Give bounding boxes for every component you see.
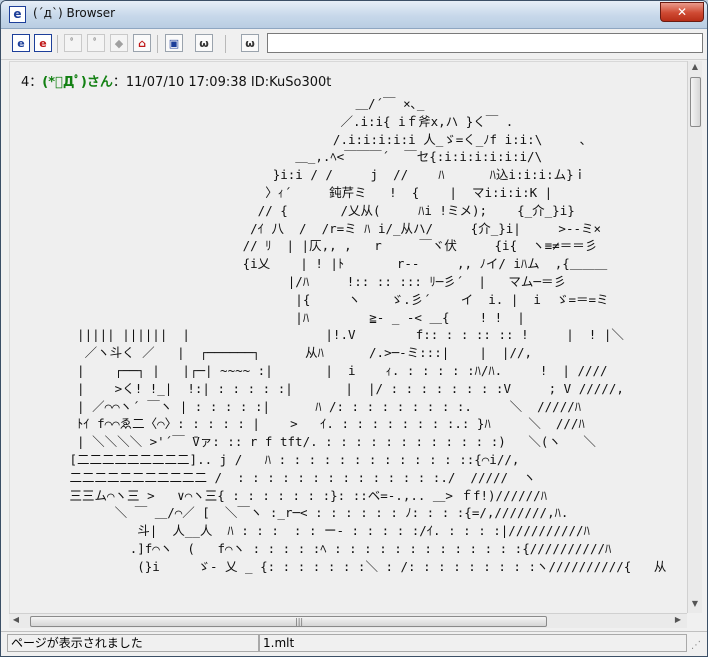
resize-grip-icon[interactable]: ⋰ (691, 640, 701, 651)
scroll-down-icon[interactable]: ▼ (688, 599, 702, 608)
window-title: (´д`) Browser (33, 6, 116, 20)
status-message: ページが表示されました (7, 634, 259, 652)
scroll-grip-icon: ||| (295, 617, 304, 626)
status-file: 1.mlt (259, 634, 687, 652)
e-red-icon[interactable]: e (34, 34, 52, 52)
title-bar[interactable]: e (´д`) Browser ✕ (1, 1, 707, 29)
scroll-right-icon[interactable]: ▶ (673, 615, 683, 624)
e-icon[interactable]: e (12, 34, 30, 52)
status-bar: ページが表示されました 1.mlt ⋰ (1, 631, 707, 656)
toolbar-separator (225, 35, 226, 53)
ascii-art: ＿/´￣ ×､_ ／.i:i{ iｆ斧x,ハ }く￣ . /.i:i:i:i:i… (69, 96, 667, 574)
cat-settings-icon[interactable]: ω (241, 34, 259, 52)
scroll-up-icon[interactable]: ▲ (688, 62, 702, 71)
home-icon[interactable]: ⌂ (133, 34, 151, 52)
toolbar-separator (157, 35, 158, 53)
post-header: 4：(*ﾟДﾟ)さん：11/07/10 17:09:38 ID:KuSo300t (21, 71, 331, 90)
vertical-scroll-thumb[interactable] (690, 77, 701, 127)
stop-cat-icon[interactable]: ◆ (110, 34, 128, 52)
post-separator: ： (29, 75, 43, 90)
page-content: 4：(*ﾟДﾟ)さん：11/07/10 17:09:38 ID:KuSo300t… (9, 61, 688, 614)
address-input[interactable] (267, 33, 703, 53)
vertical-scrollbar[interactable]: ▲ ▼ (687, 61, 702, 613)
toolbar: e e ﾟ ﾟ ◆ ⌂ ▣ ω ω (1, 29, 707, 60)
horizontal-scrollbar[interactable]: ◀ ||| ▶ (9, 613, 687, 628)
view-icon[interactable]: ▣ (165, 34, 183, 52)
app-icon: e (9, 6, 26, 23)
horizontal-scroll-thumb[interactable]: ||| (30, 616, 547, 627)
back-cat-icon[interactable]: ﾟ (64, 34, 82, 52)
browser-window: e (´д`) Browser ✕ e e ﾟ ﾟ ◆ ⌂ ▣ ω ω 4：(*… (0, 0, 708, 657)
post-author[interactable]: (*ﾟДﾟ)さん (42, 75, 113, 90)
close-button[interactable]: ✕ (660, 2, 704, 22)
cat-face-icon[interactable]: ω (195, 34, 213, 52)
forward-cat-icon[interactable]: ﾟ (87, 34, 105, 52)
scroll-left-icon[interactable]: ◀ (11, 615, 21, 624)
toolbar-separator (57, 35, 58, 53)
post-meta: ：11/07/10 17:09:38 ID:KuSo300t (112, 75, 332, 90)
